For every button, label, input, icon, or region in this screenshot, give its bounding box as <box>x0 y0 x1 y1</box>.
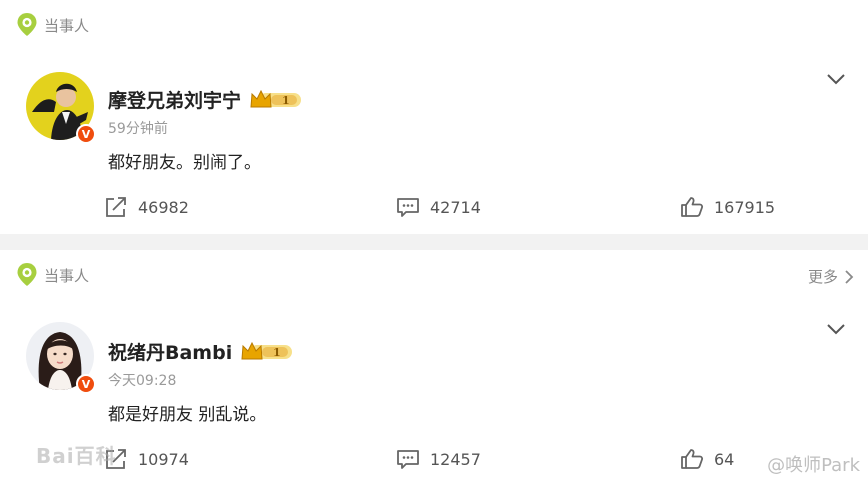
like-button[interactable]: 167915 <box>680 196 775 218</box>
crown-vip-icon[interactable]: 1 <box>240 341 294 363</box>
username[interactable]: 祝绪丹Bambi <box>108 338 232 365</box>
crown-vip-icon[interactable]: 1 <box>249 89 303 111</box>
thumbs-up-icon <box>681 197 704 217</box>
chevron-down-icon <box>827 74 845 85</box>
repost-count: 10974 <box>138 449 189 469</box>
avatar-container: V <box>26 322 96 394</box>
avatar-container: V <box>26 72 96 144</box>
post-card: 当事人 V 摩登兄弟刘宇宁 1 59分钟前 都好朋友。别闹了。 46982 42… <box>0 0 868 234</box>
collapse-button[interactable] <box>826 322 846 336</box>
comment-button[interactable]: 12457 <box>396 448 481 470</box>
source-label: 当事人 <box>44 16 90 35</box>
comment-button[interactable]: 42714 <box>396 196 481 218</box>
location-pin-icon <box>17 13 37 36</box>
verified-v-icon: V <box>76 124 96 144</box>
post-timestamp: 59分钟前 <box>108 121 168 137</box>
vip-level: 1 <box>273 346 281 359</box>
post-card: 当事人 更多 V 祝绪丹Bambi 1 今天09:28 都是好朋友 别乱说。 1… <box>0 250 868 478</box>
verified-v-icon: V <box>76 374 96 394</box>
baike-watermark: Bai百科 <box>36 444 117 468</box>
source-label: 当事人 <box>44 266 90 285</box>
chevron-down-icon <box>827 324 845 335</box>
repost-button[interactable]: 10974 <box>104 448 189 470</box>
repost-count: 46982 <box>138 197 189 217</box>
share-icon <box>106 197 126 217</box>
collapse-button[interactable] <box>826 72 846 86</box>
comment-icon <box>397 450 419 469</box>
source-tag: 当事人 <box>16 12 89 38</box>
post-text: 都是好朋友 别乱说。 <box>108 405 267 425</box>
post-timestamp: 今天09:28 <box>108 373 177 389</box>
thumbs-up-icon <box>681 449 704 469</box>
username[interactable]: 摩登兄弟刘宇宁 <box>108 86 241 113</box>
more-label: 更多 <box>807 268 838 286</box>
like-count: 167915 <box>714 197 776 217</box>
chevron-right-icon <box>845 269 854 284</box>
like-button[interactable]: 64 <box>680 448 734 470</box>
repost-button[interactable]: 46982 <box>104 196 189 218</box>
author-row: 祝绪丹Bambi 1 <box>108 338 294 365</box>
comment-count: 12457 <box>430 449 481 469</box>
comment-count: 42714 <box>430 197 481 217</box>
comment-icon <box>397 198 419 217</box>
source-tag: 当事人 <box>16 262 89 288</box>
weibo-watermark: @唤师Park <box>767 455 860 476</box>
post-text: 都好朋友。别闹了。 <box>108 153 261 173</box>
location-pin-icon <box>17 263 37 286</box>
vip-level: 1 <box>282 94 290 107</box>
author-row: 摩登兄弟刘宇宁 1 <box>108 86 303 113</box>
more-link[interactable]: 更多 <box>808 266 854 287</box>
like-count-partial: 64 <box>714 449 735 469</box>
